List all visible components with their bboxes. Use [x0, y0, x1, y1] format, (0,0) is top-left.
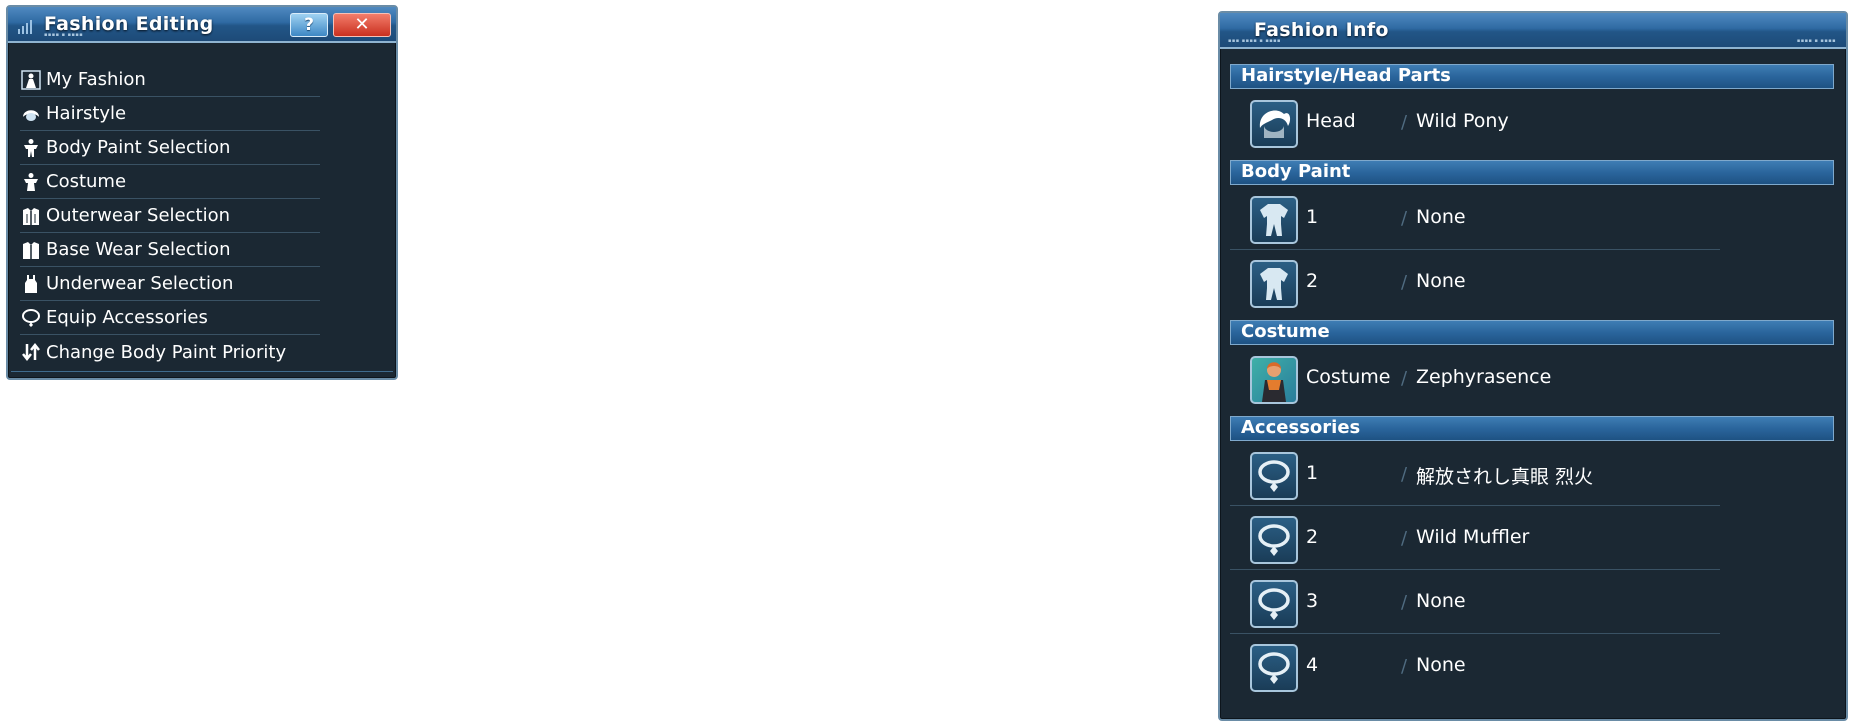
slot-separator: / — [1401, 112, 1408, 133]
fashion-info-window: Fashion Info ▪▪▪ ▪▪▪▪ ▪ ▪▪▪▪ ▪▪▪▪ ▪ ▪▪▪▪… — [1218, 11, 1848, 721]
priority-arrows-icon — [20, 341, 42, 363]
close-button[interactable]: ✕ — [333, 13, 391, 37]
menu-item-my-fashion[interactable]: My Fashion — [20, 63, 320, 97]
fashion-editing-window: Fashion Editing ▪▪▪▪ ▪ ▪▪▪▪ ? ✕ My Fashi… — [6, 5, 398, 380]
section-header-accessories: Accessories — [1230, 416, 1834, 441]
accessory-necklace-icon — [1250, 452, 1298, 500]
slot-separator: / — [1401, 272, 1408, 293]
slot-label: 2 — [1306, 526, 1319, 548]
slot-value: None — [1416, 206, 1466, 228]
slot-accessory-2[interactable]: 2 / Wild Muffler — [1230, 506, 1720, 570]
section-header-hairstyle: Hairstyle/Head Parts — [1230, 64, 1834, 89]
my-fashion-icon — [20, 69, 42, 91]
menu-label: Costume — [46, 171, 127, 192]
body-paint-icon — [20, 137, 42, 159]
slot-separator: / — [1401, 528, 1408, 549]
accessory-necklace-icon — [1250, 516, 1298, 564]
slot-separator: / — [1401, 208, 1408, 229]
accessory-necklace-icon — [1250, 644, 1298, 692]
slot-label: Costume — [1306, 366, 1391, 388]
slot-label: 4 — [1306, 654, 1319, 676]
slot-value: None — [1416, 654, 1466, 676]
menu-label: Change Body Paint Priority — [46, 341, 287, 363]
section-header-body-paint: Body Paint — [1230, 160, 1834, 185]
menu-label: Hairstyle — [46, 103, 127, 124]
slot-value: Wild Pony — [1416, 110, 1509, 132]
hair-icon — [1250, 100, 1298, 148]
panel-footer-line — [11, 371, 393, 375]
menu-item-outerwear[interactable]: Outerwear Selection — [20, 199, 320, 233]
menu-label: Outerwear Selection — [46, 205, 231, 226]
menu-label: Base Wear Selection — [46, 239, 231, 260]
titlebar-deco: ▪▪▪▪ ▪ ▪▪▪▪ — [44, 32, 84, 38]
fashion-editing-titlebar[interactable]: Fashion Editing ▪▪▪▪ ▪ ▪▪▪▪ ? ✕ — [8, 7, 396, 43]
outerwear-icon — [20, 205, 42, 227]
menu-label: My Fashion — [46, 69, 146, 90]
slot-value: 解放されし真眼 烈火 — [1416, 466, 1594, 488]
slot-separator: / — [1401, 464, 1408, 485]
slot-value: None — [1416, 590, 1466, 612]
body-suit-icon — [1250, 196, 1298, 244]
hairstyle-icon — [20, 103, 42, 125]
signal-bars-icon — [18, 20, 32, 34]
slot-separator: / — [1401, 656, 1408, 677]
slot-accessory-1[interactable]: 1 / 解放されし真眼 烈火 — [1230, 442, 1720, 506]
costume-portrait-icon — [1250, 356, 1298, 404]
slot-body-paint-1[interactable]: 1 / None — [1230, 186, 1720, 250]
slot-value: Wild Muffler — [1416, 526, 1530, 548]
menu-label: Body Paint Selection — [46, 137, 231, 158]
slot-label: Head — [1306, 110, 1356, 132]
slot-value: None — [1416, 270, 1466, 292]
menu-item-hairstyle[interactable]: Hairstyle — [20, 97, 320, 131]
fashion-editing-menu: My Fashion Hairstyle Body Paint Selectio… — [20, 63, 320, 369]
slot-label: 2 — [1306, 270, 1319, 292]
menu-item-body-paint[interactable]: Body Paint Selection — [20, 131, 320, 165]
menu-item-accessories[interactable]: Equip Accessories — [20, 301, 320, 335]
help-button[interactable]: ? — [290, 13, 328, 37]
menu-item-body-paint-priority[interactable]: Change Body Paint Priority — [20, 335, 320, 369]
slot-label: 3 — [1306, 590, 1319, 612]
slot-accessory-4[interactable]: 4 / None — [1230, 634, 1720, 698]
slot-separator: / — [1401, 368, 1408, 389]
menu-label: Underwear Selection — [46, 273, 234, 294]
menu-item-base-wear[interactable]: Base Wear Selection — [20, 233, 320, 267]
body-suit-icon — [1250, 260, 1298, 308]
section-header-costume: Costume — [1230, 320, 1834, 345]
slot-body-paint-2[interactable]: 2 / None — [1230, 250, 1720, 314]
slot-accessory-3[interactable]: 3 / None — [1230, 570, 1720, 634]
menu-item-costume[interactable]: Costume — [20, 165, 320, 199]
base-wear-icon — [20, 239, 42, 261]
slot-separator: / — [1401, 592, 1408, 613]
titlebar-deco: ▪▪▪ ▪▪▪▪ ▪ ▪▪▪▪ — [1228, 38, 1281, 44]
slot-label: 1 — [1306, 462, 1319, 484]
accessory-necklace-icon — [1250, 580, 1298, 628]
slot-head[interactable]: Head / Wild Pony — [1230, 90, 1720, 154]
accessory-icon — [20, 307, 42, 329]
slot-label: 1 — [1306, 206, 1319, 228]
slot-costume[interactable]: Costume / Zephyrasence — [1230, 346, 1720, 410]
titlebar-deco: ▪▪▪▪ ▪ ▪▪▪▪ — [1796, 38, 1836, 44]
menu-item-underwear[interactable]: Underwear Selection — [20, 267, 320, 301]
fashion-info-titlebar[interactable]: Fashion Info ▪▪▪ ▪▪▪▪ ▪ ▪▪▪▪ ▪▪▪▪ ▪ ▪▪▪▪ — [1220, 13, 1846, 49]
underwear-icon — [20, 273, 42, 295]
menu-label: Equip Accessories — [46, 307, 208, 328]
slot-value: Zephyrasence — [1416, 366, 1552, 388]
costume-icon — [20, 171, 42, 193]
